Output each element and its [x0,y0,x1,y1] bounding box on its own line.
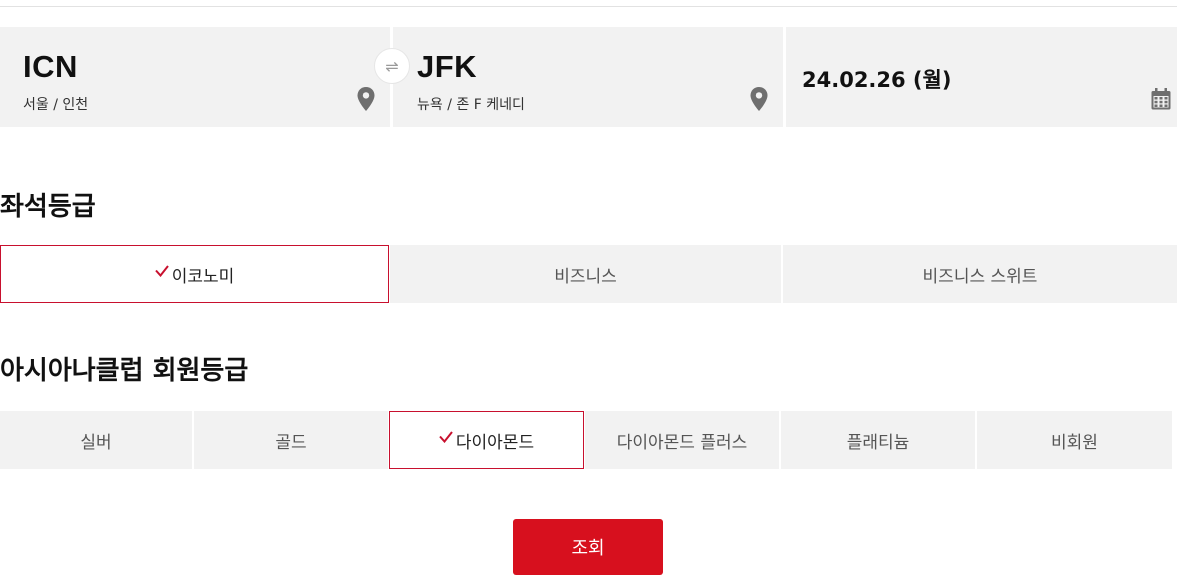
map-pin-icon[interactable] [357,87,375,111]
top-divider [0,6,1177,7]
date-field[interactable]: 24.02.26 (월) [786,27,1177,127]
departure-date: 24.02.26 (월) [802,68,952,92]
membership-option-silver[interactable]: 실버 [0,411,192,469]
membership-option-label: 실버 [80,432,112,453]
seat-class-title: 좌석등급 [0,192,96,222]
membership-option-non-member[interactable]: 비회원 [977,411,1172,469]
check-icon [154,265,169,277]
membership-option-platinum[interactable]: 플래티늄 [781,411,975,469]
departure-code: ICN [23,49,78,84]
seat-option-economy[interactable]: 이코노미 [0,245,389,303]
swap-icon[interactable]: ⇌ [374,48,410,84]
departure-field[interactable]: ICN 서울 / 인천 [0,27,390,127]
membership-title: 아시아나클럽 회원등급 [0,356,249,386]
membership-option-label: 골드 [275,432,307,453]
membership-option-diamond-plus[interactable]: 다이아몬드 플러스 [585,411,779,469]
membership-option-label: 비회원 [1051,432,1098,453]
calendar-icon[interactable] [1151,88,1171,110]
membership-option-label: 플래티늄 [846,432,910,453]
membership-option-label: 다이아몬드 [455,432,535,453]
arrival-code: JFK [417,49,478,84]
seat-option-label: 비즈니스 [554,266,617,287]
seat-option-label: 비즈니스 스위트 [922,266,1038,287]
membership-option-label: 다이아몬드 플러스 [616,432,748,453]
search-button[interactable]: 조회 [513,519,663,575]
membership-option-diamond[interactable]: 다이아몬드 [389,411,584,469]
seat-option-label: 이코노미 [171,266,235,287]
seat-option-business-suite[interactable]: 비즈니스 스위트 [783,245,1177,303]
arrival-field[interactable]: JFK 뉴욕 / 존 F 케네디 [393,27,783,127]
arrival-city: 뉴욕 / 존 F 케네디 [417,97,525,113]
check-icon [439,431,453,443]
membership-option-gold[interactable]: 골드 [194,411,388,469]
seat-option-business[interactable]: 비즈니스 [390,245,781,303]
map-pin-icon[interactable] [750,87,768,111]
departure-city: 서울 / 인천 [23,97,89,113]
